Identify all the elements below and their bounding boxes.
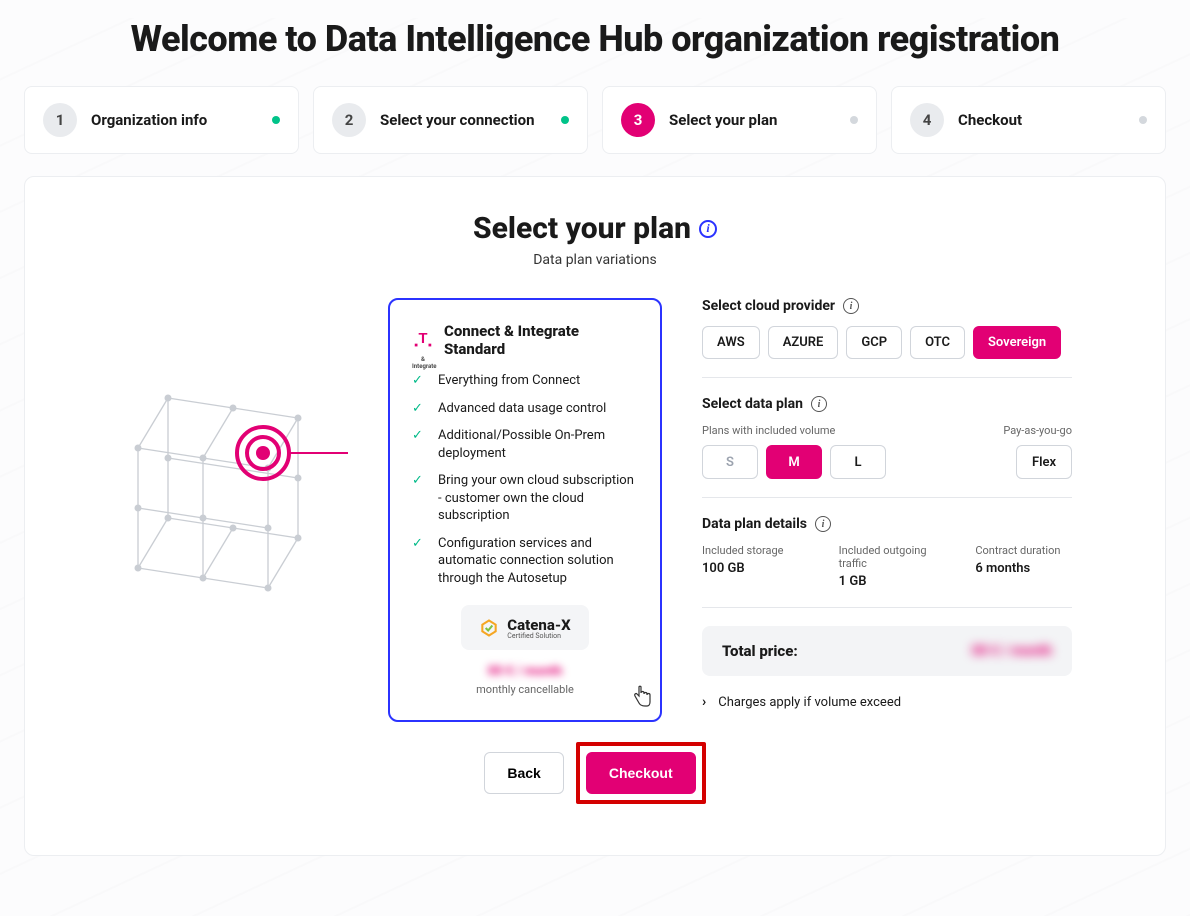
action-buttons: Back Checkout bbox=[71, 742, 1119, 804]
feature-text: Configuration services and automatic con… bbox=[438, 535, 638, 588]
detail-label: Included outgoing traffic bbox=[839, 544, 936, 570]
check-icon: ✓ bbox=[412, 535, 428, 553]
plan-size-s[interactable]: S bbox=[702, 445, 758, 479]
catena-logo-icon bbox=[479, 618, 499, 638]
divider bbox=[702, 497, 1072, 498]
feature-text: Additional/Possible On-Prem deployment bbox=[438, 427, 638, 462]
feature-item: ✓ Additional/Possible On-Prem deployment bbox=[412, 427, 638, 462]
plan-hint-right: Pay-as-you-go bbox=[1003, 424, 1072, 437]
plan-size-options: S M L bbox=[702, 445, 886, 479]
main-panel: Select your plan i Data plan variations bbox=[24, 176, 1166, 856]
step-label: Select your connection bbox=[380, 111, 535, 129]
t-logo-sub: & Integrate bbox=[412, 356, 434, 370]
step-label: Select your plan bbox=[669, 111, 777, 129]
cloud-provider-label: Select cloud provider bbox=[702, 298, 835, 314]
target-icon bbox=[237, 427, 289, 479]
plan-size-l[interactable]: L bbox=[830, 445, 886, 479]
info-icon[interactable]: i bbox=[815, 516, 831, 532]
t-logo-icon: T & Integrate bbox=[412, 329, 434, 351]
charges-note: Charges apply if volume exceed bbox=[718, 695, 901, 710]
plan-details: Included storage 100 GB Included outgoin… bbox=[702, 544, 1072, 589]
step-number: 4 bbox=[910, 103, 944, 137]
plan-size-flex[interactable]: Flex bbox=[1016, 445, 1072, 479]
step-select-connection[interactable]: 2 Select your connection bbox=[313, 86, 588, 154]
plan-details-label: Data plan details bbox=[702, 516, 807, 532]
step-number: 3 bbox=[621, 103, 655, 137]
wireframe-illustration bbox=[118, 388, 348, 618]
check-icon: ✓ bbox=[412, 400, 428, 418]
step-number: 2 bbox=[332, 103, 366, 137]
step-number: 1 bbox=[43, 103, 77, 137]
total-price-blurred: 00 € / month bbox=[972, 643, 1052, 659]
chevron-right-icon: › bbox=[702, 694, 706, 710]
total-label: Total price: bbox=[722, 642, 798, 660]
plan-configuration: Select cloud provider i AWS AZURE GCP OT… bbox=[702, 298, 1072, 710]
section-title-text: Select your plan bbox=[473, 211, 691, 246]
step-organization-info[interactable]: 1 Organization info bbox=[24, 86, 299, 154]
feature-item: ✓ Bring your own cloud subscription - cu… bbox=[412, 472, 638, 525]
back-button[interactable]: Back bbox=[484, 752, 563, 794]
check-icon: ✓ bbox=[412, 427, 428, 445]
divider bbox=[702, 607, 1072, 608]
catena-badge: Catena-X Certified Solution bbox=[461, 605, 588, 650]
plan-price-note: monthly cancellable bbox=[412, 683, 638, 696]
provider-sovereign[interactable]: Sovereign bbox=[973, 326, 1061, 359]
highlight-annotation: Checkout bbox=[576, 742, 706, 804]
detail-value: 100 GB bbox=[702, 561, 799, 576]
detail-value: 1 GB bbox=[839, 574, 936, 589]
info-icon[interactable]: i bbox=[699, 220, 717, 238]
section-subtitle: Data plan variations bbox=[71, 252, 1119, 268]
detail-label: Contract duration bbox=[975, 544, 1072, 557]
feature-text: Advanced data usage control bbox=[438, 400, 606, 418]
total-price-bar: Total price: 00 € / month bbox=[702, 626, 1072, 676]
cloud-provider-options: AWS AZURE GCP OTC Sovereign bbox=[702, 326, 1072, 359]
charges-note-row[interactable]: › Charges apply if volume exceed bbox=[702, 694, 1072, 710]
provider-azure[interactable]: AZURE bbox=[768, 326, 839, 359]
detail-value: 6 months bbox=[975, 561, 1072, 576]
data-plan-label: Select data plan bbox=[702, 396, 803, 412]
feature-item: ✓ Everything from Connect bbox=[412, 372, 638, 390]
plan-card[interactable]: T & Integrate Connect & Integrate Standa… bbox=[388, 298, 662, 722]
feature-text: Bring your own cloud subscription - cust… bbox=[438, 472, 638, 525]
detail-label: Included storage bbox=[702, 544, 799, 557]
feature-text: Everything from Connect bbox=[438, 372, 580, 390]
status-dot-done-icon bbox=[561, 116, 569, 124]
status-dot-done-icon bbox=[272, 116, 280, 124]
feature-item: ✓ Advanced data usage control bbox=[412, 400, 638, 418]
provider-aws[interactable]: AWS bbox=[702, 326, 760, 359]
info-icon[interactable]: i bbox=[811, 396, 827, 412]
provider-otc[interactable]: OTC bbox=[910, 326, 965, 359]
status-dot-pending-icon bbox=[850, 116, 858, 124]
step-label: Organization info bbox=[91, 111, 207, 129]
section-title: Select your plan i bbox=[71, 211, 1119, 246]
plan-title: Connect & Integrate Standard bbox=[444, 322, 638, 358]
step-checkout[interactable]: 4 Checkout bbox=[891, 86, 1166, 154]
check-icon: ✓ bbox=[412, 372, 428, 390]
check-icon: ✓ bbox=[412, 472, 428, 490]
checkout-button[interactable]: Checkout bbox=[586, 752, 696, 794]
plan-hint-left: Plans with included volume bbox=[702, 424, 835, 437]
page-title: Welcome to Data Intelligence Hub organiz… bbox=[0, 18, 1190, 60]
info-icon[interactable]: i bbox=[843, 298, 859, 314]
plan-size-m[interactable]: M bbox=[766, 445, 822, 479]
feature-item: ✓ Configuration services and automatic c… bbox=[412, 535, 638, 588]
plan-price-blurred: 00 € / month bbox=[412, 664, 638, 679]
step-select-plan[interactable]: 3 Select your plan bbox=[602, 86, 877, 154]
provider-gcp[interactable]: GCP bbox=[846, 326, 902, 359]
stepper: 1 Organization info 2 Select your connec… bbox=[0, 86, 1190, 154]
divider bbox=[702, 377, 1072, 378]
status-dot-pending-icon bbox=[1139, 116, 1147, 124]
cursor-hand-icon bbox=[632, 685, 652, 712]
step-label: Checkout bbox=[958, 111, 1022, 129]
svg-text:T: T bbox=[419, 331, 428, 347]
